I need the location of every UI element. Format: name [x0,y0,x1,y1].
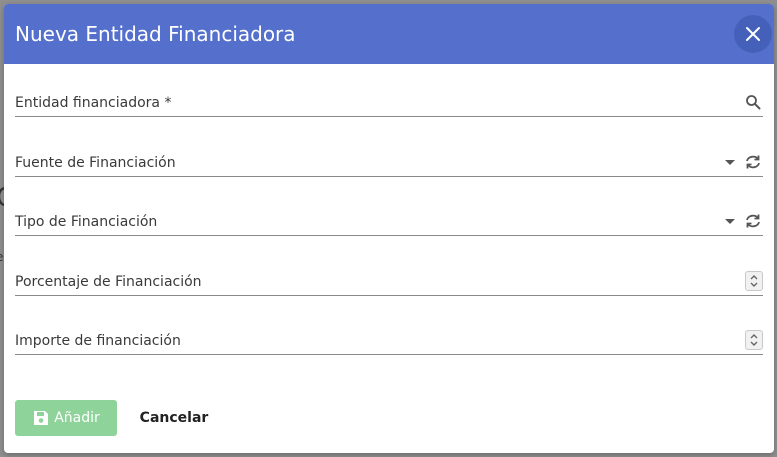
tipo-refresh-button[interactable] [743,211,763,231]
dialog-header: Nueva Entidad Financiadora [4,4,774,64]
entidad-financiadora-field[interactable]: Entidad financiadora * [15,86,763,118]
new-funding-entity-dialog: Nueva Entidad Financiadora Entidad finan… [4,4,774,453]
tipo-financiacion-field[interactable]: Tipo de Financiación [15,205,763,236]
entidad-financiadora-label: Entidad financiadora * [15,95,172,111]
tipo-financiacion-label: Tipo de Financiación [15,214,158,230]
chevron-down-icon [724,218,735,224]
add-button[interactable]: Añadir [15,400,117,436]
porcentaje-financiacion-field[interactable]: Porcentaje de Financiación [15,265,763,297]
refresh-icon [746,155,760,169]
background-text-fragment: e [0,250,3,264]
search-icon [746,95,761,110]
fuente-refresh-button[interactable] [743,152,763,172]
tipo-dropdown-toggle[interactable] [721,211,741,231]
fuente-financiacion-label: Fuente de Financiación [15,155,176,171]
porcentaje-stepper[interactable] [745,271,763,291]
stepper-icon [750,275,758,287]
close-icon [746,27,760,41]
porcentaje-financiacion-label: Porcentaje de Financiación [15,274,202,290]
close-button[interactable] [734,15,772,53]
stepper-icon [750,334,758,346]
importe-financiacion-label: Importe de financiación [15,333,181,349]
refresh-icon [746,214,760,228]
save-icon [34,411,49,425]
fuente-dropdown-toggle[interactable] [721,152,741,172]
dialog-title: Nueva Entidad Financiadora [15,22,296,46]
fuente-financiacion-field[interactable]: Fuente de Financiación [15,146,763,177]
chevron-down-icon [724,159,735,165]
cancel-button-label: Cancelar [139,410,209,426]
search-button[interactable] [743,92,763,112]
importe-stepper[interactable] [745,330,763,350]
cancel-button[interactable]: Cancelar [128,400,220,436]
importe-financiacion-field[interactable]: Importe de financiación [15,324,763,356]
add-button-label: Añadir [54,410,100,426]
